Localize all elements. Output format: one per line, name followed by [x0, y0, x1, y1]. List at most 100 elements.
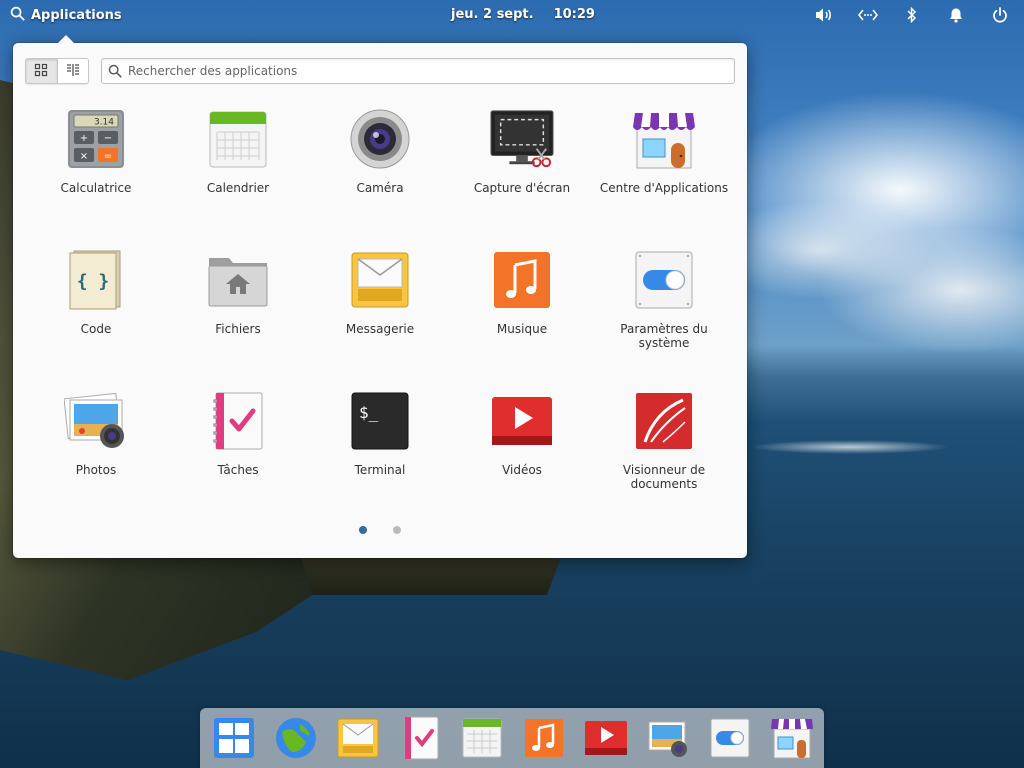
multitasking-icon — [213, 717, 255, 763]
grid-view-icon — [34, 62, 48, 81]
screenshot-icon — [490, 107, 554, 171]
terminal-icon: $_ — [348, 389, 412, 453]
app-label: Vidéos — [502, 463, 542, 477]
app-calculatrice[interactable]: 3.14 + − × = Calculatrice — [25, 105, 167, 246]
svg-text:×: × — [80, 151, 88, 162]
datetime-indicator[interactable]: jeu. 2 sept. 10:29 — [451, 7, 595, 22]
mail-icon — [337, 718, 379, 762]
power-icon[interactable] — [990, 5, 1010, 25]
app-calendrier[interactable]: Calendrier — [167, 105, 309, 246]
dock-multitasking[interactable] — [210, 716, 258, 764]
app-grid: 3.14 + − × = Calculatrice Calendrier Cam… — [25, 105, 735, 528]
photos-icon — [64, 389, 128, 453]
notifications-icon[interactable] — [946, 5, 966, 25]
category-view-icon — [66, 62, 80, 81]
applications-menu-button[interactable]: Applications — [10, 6, 122, 25]
dock — [200, 708, 824, 768]
dock-appcenter[interactable] — [768, 716, 816, 764]
network-icon[interactable] — [858, 5, 878, 25]
app-centre-applications[interactable]: Centre d'Applications — [593, 105, 735, 246]
wallpaper-foam — [750, 440, 950, 454]
dock-calendar[interactable] — [458, 716, 506, 764]
app-terminal[interactable]: $_ Terminal — [309, 387, 451, 528]
calculator-icon: 3.14 + − × = — [64, 107, 128, 171]
code-icon: { } — [64, 248, 128, 312]
svg-text:−: − — [104, 133, 112, 144]
app-label: Code — [80, 322, 112, 336]
app-visionneur-documents[interactable]: Visionneur de documents — [593, 387, 735, 528]
top-panel: Applications jeu. 2 sept. 10:29 — [0, 0, 1024, 30]
app-label: Centre d'Applications — [599, 181, 729, 195]
search-icon — [102, 64, 128, 78]
app-label: Musique — [496, 322, 548, 336]
bluetooth-icon[interactable] — [902, 5, 922, 25]
dock-mail[interactable] — [334, 716, 382, 764]
dock-videos[interactable] — [582, 716, 630, 764]
document-viewer-icon — [632, 389, 696, 453]
app-search-field — [101, 58, 735, 84]
settings-icon — [632, 248, 696, 312]
app-label: Messagerie — [345, 322, 415, 336]
date-label: jeu. 2 sept. — [451, 7, 534, 22]
svg-text:+: + — [80, 133, 88, 144]
app-camera[interactable]: Caméra — [309, 105, 451, 246]
appcenter-icon — [632, 107, 696, 171]
photos-icon — [646, 718, 690, 762]
app-capture-ecran[interactable]: Capture d'écran — [451, 105, 593, 246]
app-label: Photos — [75, 463, 117, 477]
music-icon — [490, 248, 554, 312]
app-photos[interactable]: Photos — [25, 387, 167, 528]
applications-label: Applications — [31, 8, 122, 23]
appcenter-icon — [771, 717, 813, 763]
svg-text:3.14: 3.14 — [94, 118, 114, 128]
dock-music[interactable] — [520, 716, 568, 764]
grid-view-button[interactable] — [26, 59, 57, 83]
app-label: Paramètres du système — [620, 322, 708, 350]
tasks-icon — [401, 716, 439, 764]
app-label: Terminal — [354, 463, 406, 477]
dock-tasks[interactable] — [396, 716, 444, 764]
time-label: 10:29 — [553, 7, 595, 22]
svg-text:{ }: { } — [77, 271, 110, 292]
view-mode-switcher — [25, 58, 89, 84]
svg-text:$_: $_ — [359, 403, 379, 422]
app-parametres[interactable]: Paramètres du système — [593, 246, 735, 387]
app-label: Calendrier — [206, 181, 270, 195]
app-label: Calculatrice — [60, 181, 132, 195]
page-indicator — [13, 526, 747, 534]
app-label: Capture d'écran — [473, 181, 571, 195]
web-browser-icon — [274, 716, 318, 764]
videos-icon — [584, 720, 628, 760]
videos-icon — [490, 389, 554, 453]
dock-photos[interactable] — [644, 716, 692, 764]
mail-icon — [348, 248, 412, 312]
app-label: Visionneur de documents — [622, 463, 706, 491]
indicator-area — [814, 5, 1010, 25]
settings-icon — [710, 718, 750, 762]
category-view-button[interactable] — [56, 59, 88, 83]
applications-launcher: 3.14 + − × = Calculatrice — [13, 35, 747, 558]
music-icon — [524, 718, 564, 762]
volume-icon[interactable] — [814, 5, 834, 25]
calendar-icon — [462, 718, 502, 762]
app-fichiers[interactable]: Fichiers — [167, 246, 309, 387]
app-label: Fichiers — [215, 322, 261, 336]
popover-arrow — [57, 35, 75, 44]
dock-settings[interactable] — [706, 716, 754, 764]
search-icon — [10, 6, 25, 25]
app-taches[interactable]: Tâches — [167, 387, 309, 528]
app-label: Tâches — [217, 463, 259, 477]
camera-icon — [348, 107, 412, 171]
app-search-input[interactable] — [128, 60, 734, 82]
page-dot-2[interactable] — [393, 526, 401, 534]
app-videos[interactable]: Vidéos — [451, 387, 593, 528]
dock-web-browser[interactable] — [272, 716, 320, 764]
files-icon — [206, 248, 270, 312]
app-messagerie[interactable]: Messagerie — [309, 246, 451, 387]
app-label: Caméra — [356, 181, 404, 195]
app-code[interactable]: { } Code — [25, 246, 167, 387]
svg-text:=: = — [104, 151, 112, 162]
app-musique[interactable]: Musique — [451, 246, 593, 387]
page-dot-1[interactable] — [359, 526, 367, 534]
tasks-icon — [206, 389, 270, 453]
